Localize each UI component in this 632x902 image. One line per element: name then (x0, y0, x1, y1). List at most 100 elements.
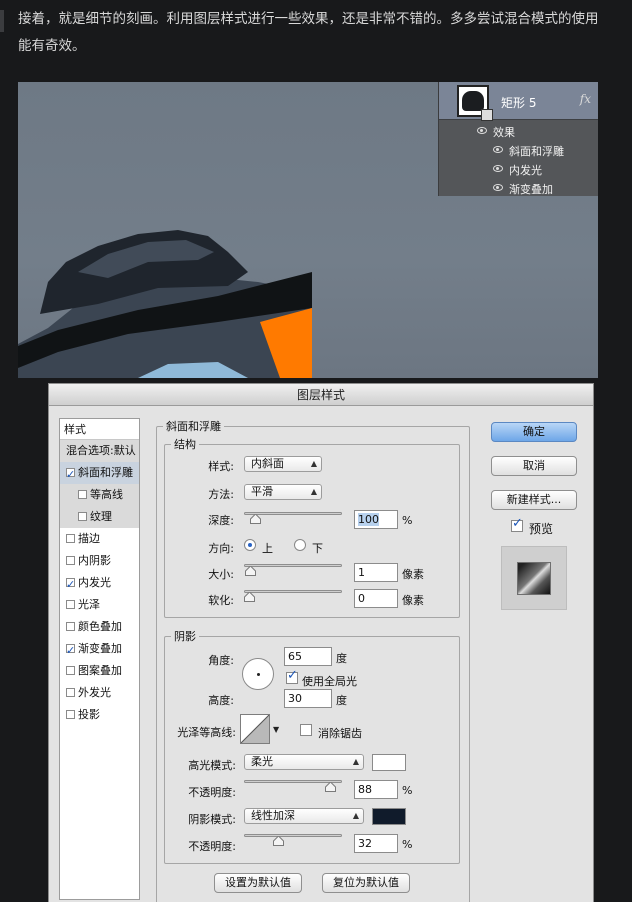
style-list-item[interactable]: 颜色叠加 (60, 616, 139, 638)
style-checkbox[interactable] (66, 574, 75, 596)
size-slider[interactable] (244, 564, 342, 567)
angle-dial[interactable] (242, 658, 274, 690)
style-list-header[interactable]: 样式 (60, 419, 139, 440)
shadow-opacity-input[interactable]: 32 (354, 834, 398, 853)
style-list-item[interactable]: 内阴影 (60, 550, 139, 572)
style-checkbox[interactable] (66, 464, 75, 486)
style-list-item[interactable]: 内发光 (60, 572, 139, 596)
shadow-opacity-slider-thumb[interactable] (273, 836, 285, 846)
size-slider-thumb[interactable] (244, 566, 256, 576)
photoshop-canvas: 矩形 5 fx 效果 斜面和浮雕 内发光 渐变叠加 (18, 82, 598, 378)
style-checkbox[interactable] (78, 489, 87, 499)
style-label: 样式: (208, 460, 234, 473)
soften-slider[interactable] (244, 590, 342, 593)
style-checkbox[interactable] (66, 640, 75, 662)
style-checkbox[interactable] (66, 555, 75, 565)
style-list-item[interactable]: 图案叠加 (60, 660, 139, 682)
style-item-label: 外发光 (78, 686, 111, 699)
soften-label: 软化: (208, 594, 234, 607)
eye-icon[interactable] (493, 165, 503, 172)
shadow-color-swatch[interactable] (372, 808, 406, 825)
altitude-input[interactable]: 30 (284, 689, 332, 708)
soften-input[interactable]: 0 (354, 589, 398, 608)
shadow-mode-select[interactable]: 线性加深 ▲ (244, 808, 364, 824)
dialog-title: 图层样式 (49, 384, 593, 406)
highlight-opacity-input[interactable]: 88 (354, 780, 398, 799)
style-item-label: 光泽 (78, 598, 100, 611)
shadow-opacity-slider[interactable] (244, 834, 342, 837)
style-checkbox[interactable] (66, 621, 75, 631)
style-item-label: 图案叠加 (78, 664, 122, 677)
style-checkbox[interactable] (66, 709, 75, 719)
eye-icon[interactable] (493, 146, 503, 153)
make-default-button[interactable]: 设置为默认值 (214, 873, 302, 893)
style-checkbox[interactable] (66, 533, 75, 543)
structure-title: 结构 (174, 438, 196, 451)
direction-up-radio[interactable] (244, 539, 256, 551)
highlight-opacity-unit: % (402, 784, 413, 797)
ok-button[interactable]: 确定 (491, 422, 577, 442)
highlight-color-swatch[interactable] (372, 754, 406, 771)
layers-panel: 矩形 5 fx 效果 斜面和浮雕 内发光 渐变叠加 (438, 82, 598, 196)
technique-label: 方法: (208, 488, 234, 501)
angle-input[interactable]: 65 (284, 647, 332, 666)
anti-alias-checkbox[interactable] (300, 724, 312, 736)
global-light-checkbox[interactable] (286, 668, 298, 684)
style-list-item[interactable]: 外发光 (60, 682, 139, 704)
new-style-button[interactable]: 新建样式... (491, 490, 577, 510)
style-list-item[interactable]: 纹理 (60, 506, 139, 528)
contour-dropdown-arrow-icon[interactable]: ▼ (273, 725, 279, 734)
cancel-button[interactable]: 取消 (491, 456, 577, 476)
style-list: 样式 混合选项:默认 斜面和浮雕等高线纹理描边内阴影内发光光泽颜色叠加渐变叠加图… (59, 418, 140, 900)
blend-options-item[interactable]: 混合选项:默认 (60, 440, 139, 462)
style-list-item[interactable]: 斜面和浮雕 (60, 462, 139, 486)
updown-arrow-icon: ▲ (352, 811, 359, 820)
angle-label: 角度: (208, 654, 234, 667)
direction-down-radio[interactable] (294, 539, 306, 551)
altitude-label: 高度: (208, 694, 234, 707)
style-list-item[interactable]: 渐变叠加 (60, 638, 139, 662)
soften-unit: 像素 (402, 594, 424, 607)
style-preview (501, 546, 567, 610)
layer-thumbnail (457, 85, 493, 121)
direction-down-label: 下 (312, 542, 323, 555)
style-list-item[interactable]: 描边 (60, 528, 139, 550)
depth-slider-thumb[interactable] (250, 514, 262, 524)
style-list-item[interactable]: 等高线 (60, 484, 139, 506)
soften-slider-thumb[interactable] (244, 592, 255, 602)
style-item-label: 纹理 (90, 510, 112, 523)
style-list-item[interactable]: 光泽 (60, 594, 139, 616)
dialog-actions: 确定 取消 新建样式... 预览 (491, 418, 581, 618)
layer-row[interactable]: 矩形 5 fx (439, 82, 598, 121)
highlight-opacity-slider-thumb[interactable] (324, 782, 336, 792)
shading-title: 阴影 (174, 630, 196, 643)
eye-icon[interactable] (477, 127, 487, 134)
style-checkbox[interactable] (66, 687, 75, 697)
highlight-mode-select[interactable]: 柔光 ▲ (244, 754, 364, 770)
reset-default-button[interactable]: 复位为默认值 (322, 873, 410, 893)
style-checkbox[interactable] (78, 511, 87, 521)
style-list-item[interactable]: 投影 (60, 704, 139, 726)
style-item-label: 描边 (78, 532, 100, 545)
style-item-label: 斜面和浮雕 (78, 466, 133, 479)
eye-icon[interactable] (493, 184, 503, 191)
gloss-contour-picker[interactable] (240, 714, 270, 744)
gloss-contour-label: 光泽等高线: (177, 726, 236, 739)
technique-select[interactable]: 平滑 ▲ (244, 484, 322, 500)
altitude-unit: 度 (336, 694, 347, 707)
style-checkbox[interactable] (66, 665, 75, 675)
layer-style-dialog: 图层样式 样式 混合选项:默认 斜面和浮雕等高线纹理描边内阴影内发光光泽颜色叠加… (48, 383, 594, 902)
updown-arrow-icon: ▲ (352, 757, 359, 766)
fx-icon[interactable]: fx (580, 92, 591, 106)
depth-input[interactable]: 100 (354, 510, 398, 529)
preview-label: 预览 (529, 522, 554, 536)
style-checkbox[interactable] (66, 599, 75, 609)
depth-unit: % (402, 514, 413, 527)
style-select[interactable]: 内斜面 ▲ (244, 456, 322, 472)
size-input[interactable]: 1 (354, 563, 398, 582)
preview-checkbox[interactable] (511, 516, 523, 532)
bevel-settings: 斜面和浮雕 结构 样式: 内斜面 ▲ 方法: 平滑 ▲ 深度: 100 % 方向: … (156, 418, 470, 902)
link-icon (481, 109, 493, 121)
style-item-label: 渐变叠加 (78, 642, 122, 655)
shadow-opacity-unit: % (402, 838, 413, 851)
